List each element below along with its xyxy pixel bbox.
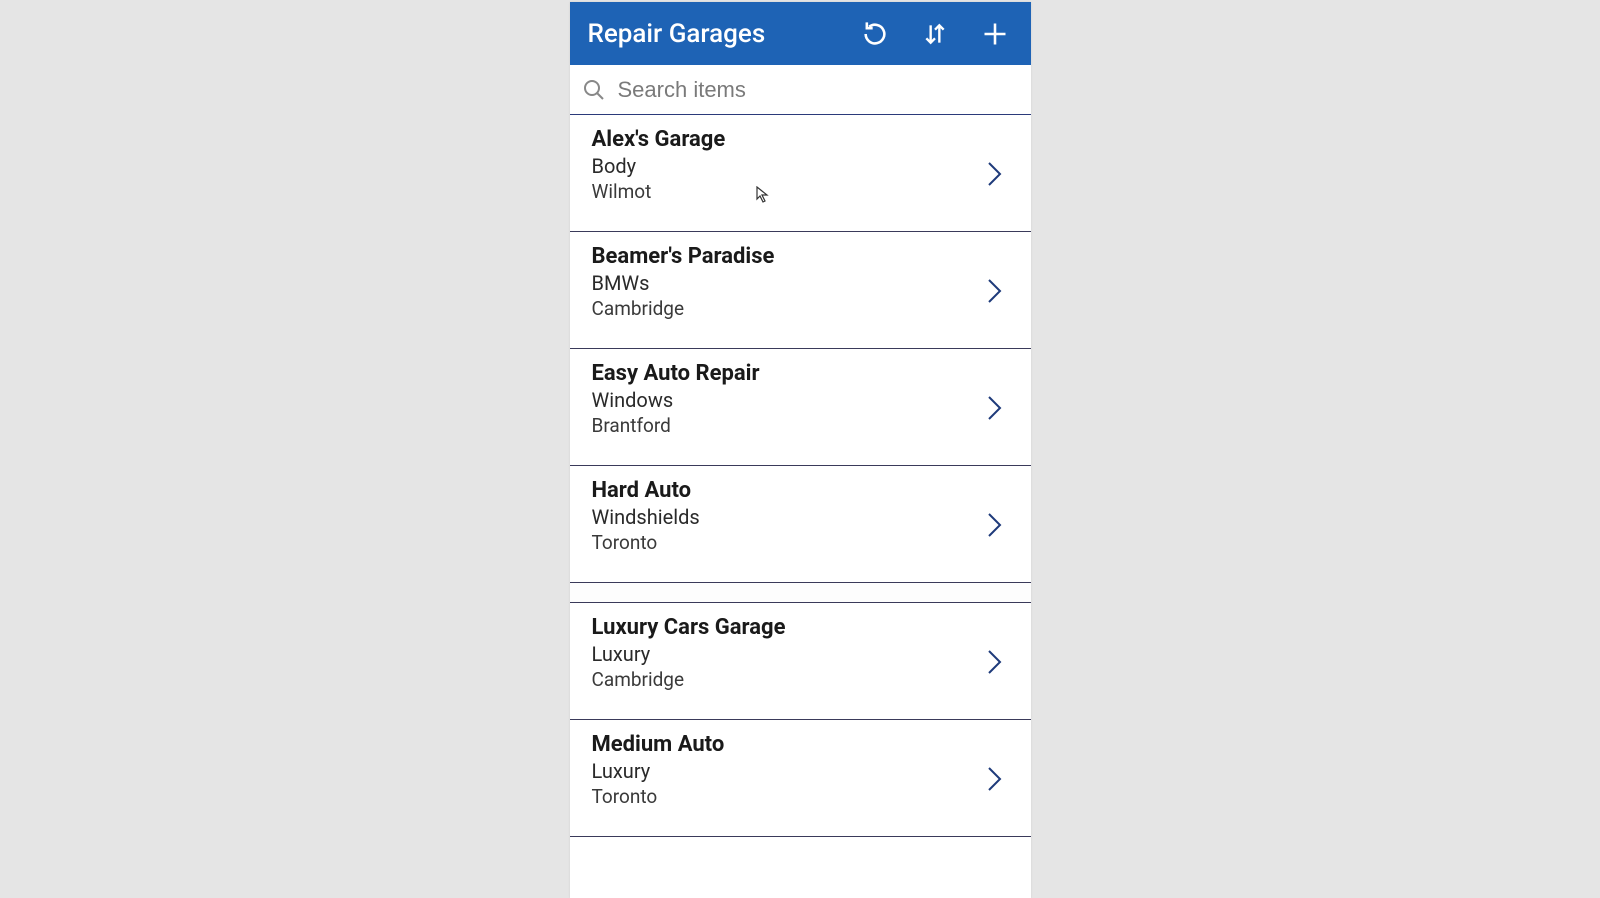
add-button[interactable] bbox=[981, 20, 1009, 48]
chevron-right-icon bbox=[985, 648, 1009, 672]
list-item[interactable]: Medium Auto Luxury Toronto bbox=[570, 720, 1031, 837]
list-item-content: Luxury Cars Garage Luxury Cambridge bbox=[592, 615, 985, 691]
list-item-content: Easy Auto Repair Windows Brantford bbox=[592, 361, 985, 437]
chevron-right-icon bbox=[985, 394, 1009, 418]
search-icon bbox=[582, 78, 606, 102]
list-item[interactable]: Luxury Cars Garage Luxury Cambridge bbox=[570, 603, 1031, 720]
item-subtitle: Luxury bbox=[592, 642, 985, 666]
list-item-content: Hard Auto Windshields Toronto bbox=[592, 478, 985, 554]
search-bar bbox=[570, 65, 1031, 115]
list-item[interactable]: Alex's Garage Body Wilmot bbox=[570, 115, 1031, 232]
list-item[interactable]: Beamer's Paradise BMWs Cambridge bbox=[570, 232, 1031, 349]
search-input[interactable] bbox=[618, 77, 1019, 103]
chevron-right-icon bbox=[985, 511, 1009, 535]
item-location: Toronto bbox=[592, 531, 985, 554]
header: Repair Garages bbox=[570, 2, 1031, 65]
item-subtitle: Luxury bbox=[592, 759, 985, 783]
item-title: Luxury Cars Garage bbox=[592, 615, 985, 640]
item-subtitle: BMWs bbox=[592, 271, 985, 295]
header-actions bbox=[861, 20, 1017, 48]
item-subtitle: Windshields bbox=[592, 505, 985, 529]
list-item-content: Beamer's Paradise BMWs Cambridge bbox=[592, 244, 985, 320]
item-title: Beamer's Paradise bbox=[592, 244, 985, 269]
item-subtitle: Body bbox=[592, 154, 985, 178]
item-subtitle: Windows bbox=[592, 388, 985, 412]
item-location: Cambridge bbox=[592, 668, 985, 691]
list-gap bbox=[570, 583, 1031, 603]
chevron-right-icon bbox=[985, 765, 1009, 789]
item-title: Medium Auto bbox=[592, 732, 985, 757]
list-item-content: Medium Auto Luxury Toronto bbox=[592, 732, 985, 808]
item-location: Cambridge bbox=[592, 297, 985, 320]
garage-list: Alex's Garage Body Wilmot Beamer's Parad… bbox=[570, 115, 1031, 898]
refresh-button[interactable] bbox=[861, 20, 889, 48]
app-container: Repair Garages bbox=[570, 2, 1031, 898]
item-location: Brantford bbox=[592, 414, 985, 437]
item-location: Wilmot bbox=[592, 180, 985, 203]
list-item[interactable]: Hard Auto Windshields Toronto bbox=[570, 466, 1031, 583]
list-item[interactable]: Easy Auto Repair Windows Brantford bbox=[570, 349, 1031, 466]
chevron-right-icon bbox=[985, 160, 1009, 184]
item-title: Alex's Garage bbox=[592, 127, 985, 152]
list-item-content: Alex's Garage Body Wilmot bbox=[592, 127, 985, 203]
item-title: Hard Auto bbox=[592, 478, 985, 503]
page-title: Repair Garages bbox=[588, 19, 861, 49]
sort-button[interactable] bbox=[921, 20, 949, 48]
chevron-right-icon bbox=[985, 277, 1009, 301]
item-location: Toronto bbox=[592, 785, 985, 808]
item-title: Easy Auto Repair bbox=[592, 361, 985, 386]
